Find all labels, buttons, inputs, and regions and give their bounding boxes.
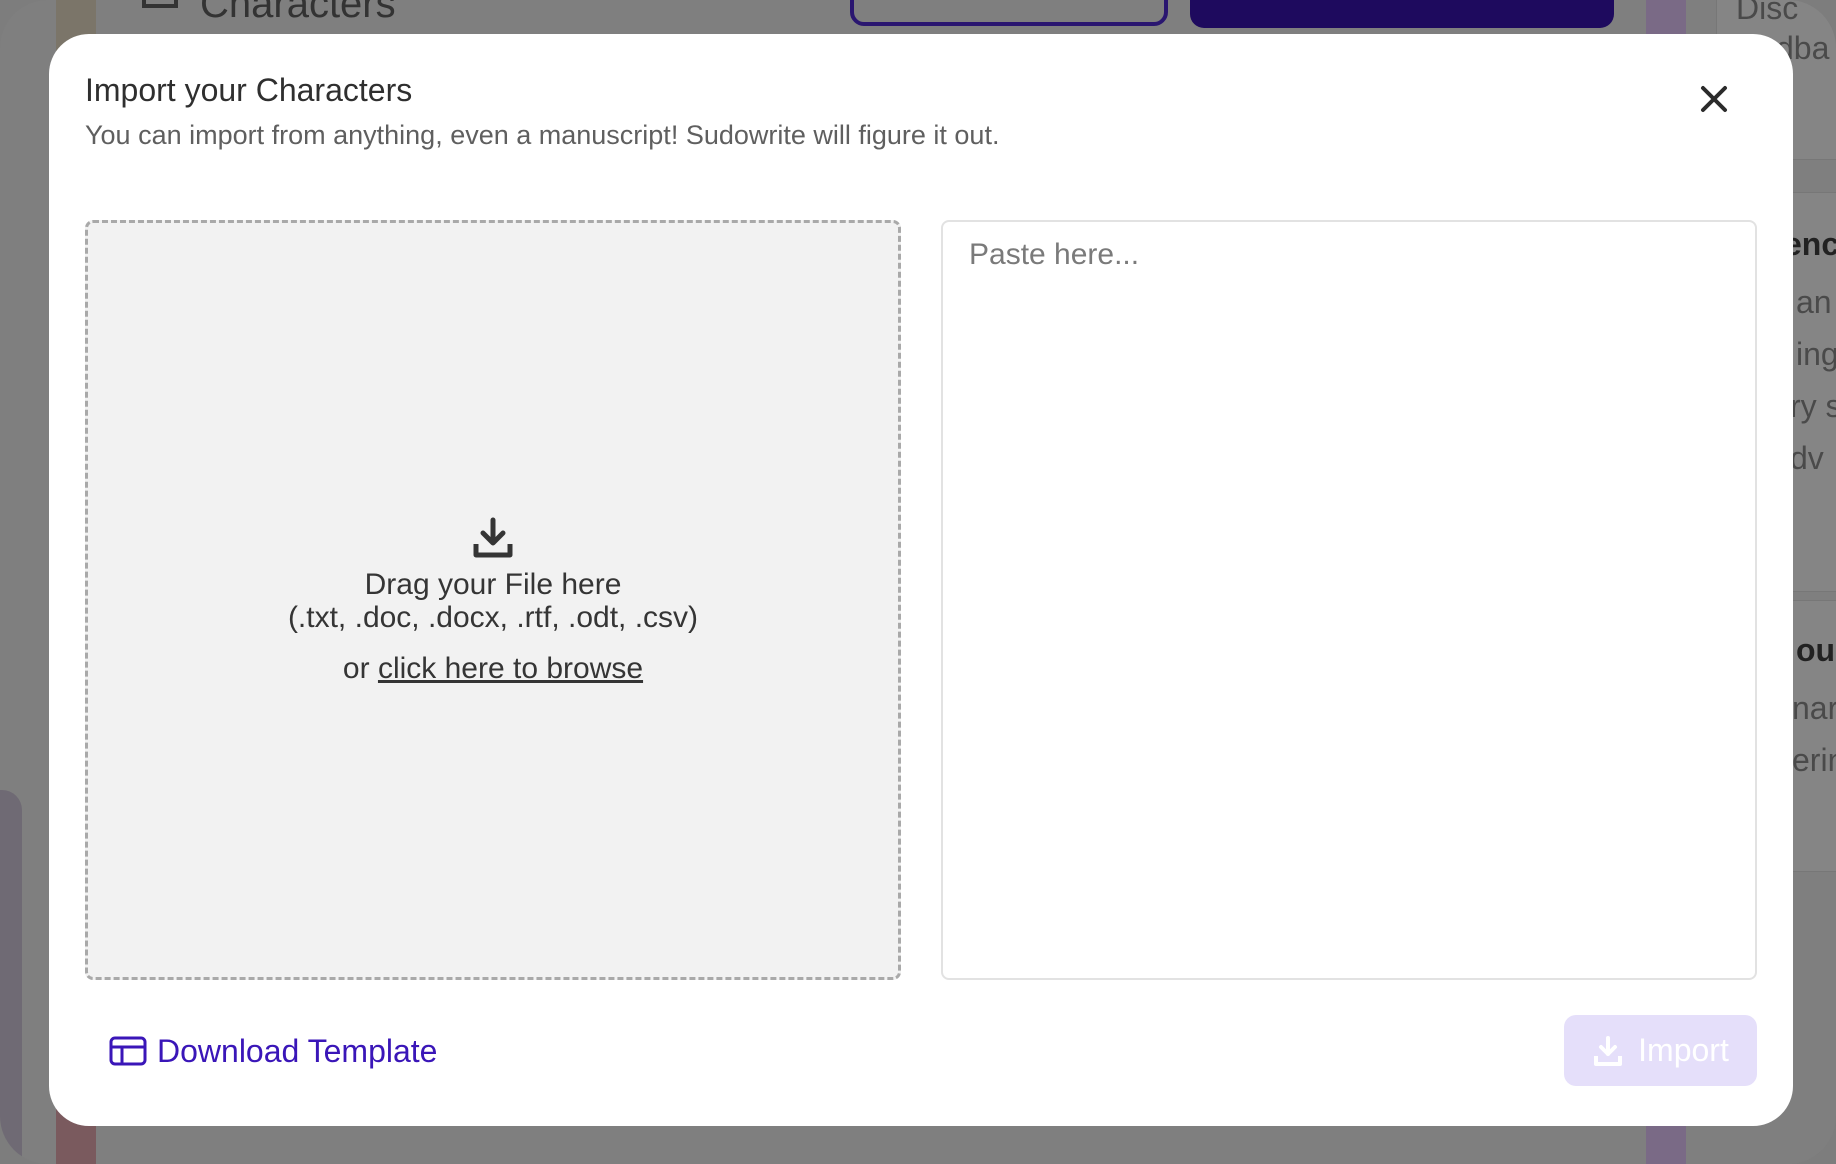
background-text: ry s (1790, 388, 1836, 424)
background-text: dv (1790, 440, 1824, 476)
background-text: ou (1796, 632, 1836, 668)
background-page-title: Characters (200, 0, 396, 26)
background-text: erin (1792, 742, 1836, 778)
background-button (850, 0, 1168, 26)
dropzone-browse-row: or click here to browse (343, 652, 643, 685)
characters-icon (142, 0, 178, 8)
dropzone-or-text: or (342, 651, 370, 685)
table-icon (109, 1036, 147, 1066)
file-dropzone[interactable]: Drag your File here (.txt, .doc, .docx, … (85, 220, 901, 980)
browse-link[interactable]: click here to browse (378, 652, 643, 685)
download-template-button[interactable]: Download Template (109, 1028, 437, 1074)
background-text: ing (1796, 336, 1836, 372)
dialog-title: Import your Characters (85, 72, 413, 108)
dialog-subtitle: You can import from anything, even a man… (85, 120, 1000, 150)
import-button-label: Import (1638, 1032, 1729, 1068)
background-text: nar (1792, 690, 1836, 726)
close-button[interactable] (1687, 72, 1741, 126)
background-panel (0, 790, 22, 1164)
import-button[interactable]: Import (1564, 1015, 1757, 1086)
download-icon (473, 517, 513, 557)
paste-textarea[interactable] (941, 220, 1757, 980)
background-text: an (1796, 284, 1832, 320)
download-template-label: Download Template (157, 1032, 438, 1069)
close-icon (1701, 86, 1727, 112)
background-button (1190, 0, 1614, 28)
import-characters-dialog: Import your Characters You can import fr… (49, 34, 1793, 1126)
dropzone-file-types: (.txt, .doc, .docx, .rtf, .odt, .csv) (287, 600, 699, 634)
background-text: Disc (1736, 0, 1799, 26)
download-icon (1594, 1035, 1623, 1066)
dropzone-instruction: Drag your File here (364, 567, 622, 601)
